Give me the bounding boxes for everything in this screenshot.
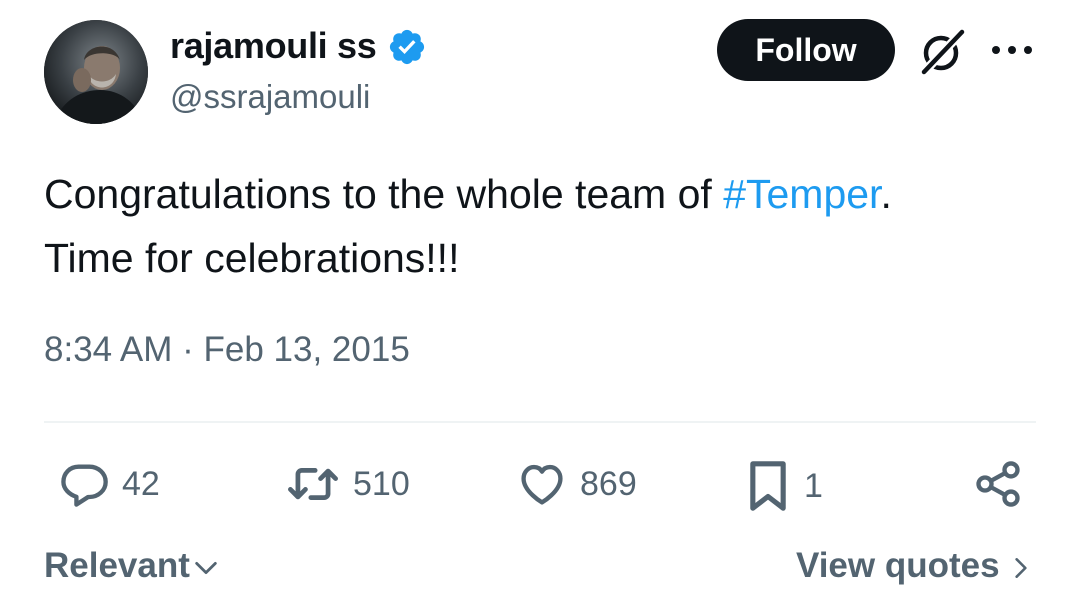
author-handle[interactable]: @ssrajamouli bbox=[170, 78, 370, 116]
share-icon bbox=[976, 461, 1020, 507]
hashtag-link[interactable]: #Temper bbox=[723, 171, 880, 217]
tweet-line-1: Congratulations to the whole team of #Te… bbox=[44, 162, 1034, 226]
previous-content-clip bbox=[150, 0, 570, 4]
tweet-timestamp[interactable]: 8:34 AM · Feb 13, 2015 bbox=[44, 330, 410, 370]
tweet-text: Congratulations to the whole team of #Te… bbox=[44, 162, 1034, 290]
verified-badge-icon bbox=[389, 29, 424, 65]
chevron-right-icon bbox=[1014, 558, 1027, 578]
heart-icon bbox=[521, 464, 563, 505]
reply-icon bbox=[61, 464, 108, 507]
view-quotes-label: View quotes bbox=[796, 546, 1000, 585]
sort-label: Relevant bbox=[44, 546, 190, 585]
like-button[interactable]: 869 bbox=[516, 458, 637, 510]
bookmark-button[interactable]: 1 bbox=[744, 458, 823, 514]
repost-icon bbox=[288, 468, 338, 500]
sort-dropdown[interactable]: Relevant bbox=[44, 546, 220, 586]
follow-button[interactable]: Follow bbox=[717, 19, 895, 81]
display-name[interactable]: rajamouli ss bbox=[170, 25, 377, 67]
share-button[interactable] bbox=[972, 458, 1024, 510]
like-count: 869 bbox=[580, 464, 637, 503]
bookmark-icon bbox=[750, 461, 786, 511]
bookmark-count: 1 bbox=[804, 466, 823, 505]
repost-button[interactable]: 510 bbox=[285, 458, 410, 510]
tweet-line-2: Time for celebrations!!! bbox=[44, 235, 460, 281]
avatar[interactable] bbox=[44, 20, 148, 124]
divider bbox=[44, 421, 1036, 423]
tweet-text-end: . bbox=[880, 171, 892, 217]
reply-button[interactable]: 42 bbox=[58, 458, 160, 510]
author-name-row[interactable]: rajamouli ss bbox=[170, 24, 427, 67]
grok-icon[interactable] bbox=[917, 27, 967, 77]
tweet-text-start: Congratulations to the whole team of bbox=[44, 171, 724, 217]
repost-count: 510 bbox=[353, 464, 410, 503]
view-quotes-link[interactable]: View quotes bbox=[796, 546, 1034, 586]
more-icon[interactable] bbox=[990, 40, 1034, 60]
reply-count: 42 bbox=[122, 464, 160, 503]
chevron-down-icon bbox=[195, 561, 217, 575]
